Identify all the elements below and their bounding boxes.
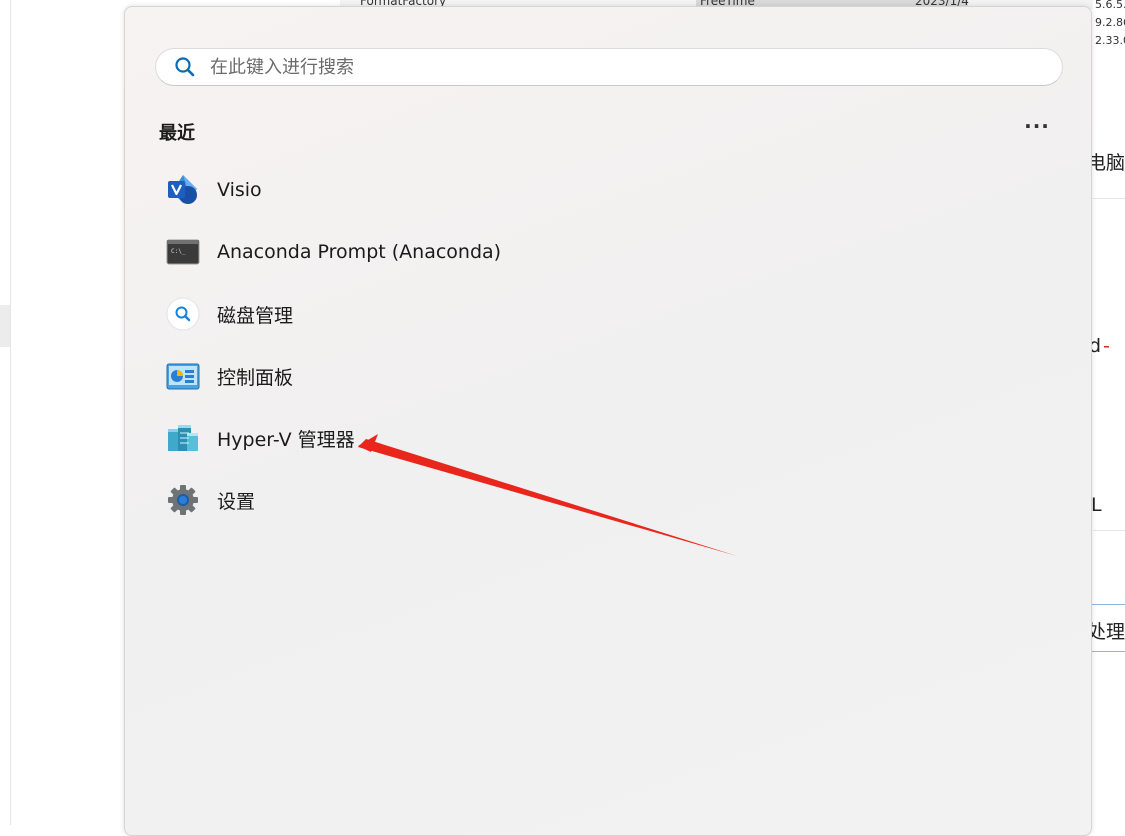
recent-item-label: 磁盘管理: [217, 304, 294, 327]
recent-item-label: Hyper-V 管理器: [217, 428, 355, 451]
recent-item-disk-management[interactable]: 磁盘管理: [165, 288, 665, 340]
disk-search-icon: [165, 296, 201, 332]
control-panel-icon: [165, 358, 201, 394]
recent-item-settings[interactable]: 设置: [165, 474, 665, 526]
hyperv-icon: [165, 420, 201, 456]
search-box[interactable]: [155, 48, 1063, 86]
background-text-dash: -: [1103, 335, 1110, 357]
terminal-icon: C:\_: [165, 234, 201, 270]
recent-item-label: 控制面板: [217, 366, 294, 389]
start-menu-panel: 最近 ··· Visio C:\_: [124, 6, 1092, 836]
recent-item-control-panel[interactable]: 控制面板: [165, 350, 665, 402]
recent-item-hyperv-manager[interactable]: Hyper-V 管理器: [165, 412, 665, 464]
background-divider: [1093, 198, 1125, 199]
search-icon: [174, 56, 196, 78]
background-right-pane: 5.6.5. 9.2.86 2.33.0 电脑 d - L 处理: [1087, 0, 1125, 825]
background-text-l: L: [1091, 494, 1102, 516]
recent-item-label: Anaconda Prompt (Anaconda): [217, 241, 502, 263]
recent-item-label: Visio: [217, 179, 262, 201]
visio-icon: [165, 172, 201, 208]
background-text-computer: 电脑: [1087, 152, 1125, 174]
search-input[interactable]: [208, 55, 1032, 79]
svg-text:C:\_: C:\_: [171, 248, 186, 255]
background-window-tab: [0, 305, 10, 347]
background-divider-2: [1093, 530, 1125, 531]
more-options-button[interactable]: ···: [1017, 115, 1057, 145]
recent-section-title: 最近: [159, 123, 195, 144]
background-version-1: 5.6.5.: [1095, 0, 1125, 11]
background-window-border: [10, 0, 11, 825]
recent-item-anaconda-prompt[interactable]: C:\_ Anaconda Prompt (Anaconda): [165, 226, 665, 278]
background-version-3: 2.33.0: [1095, 34, 1125, 47]
recent-item-label: 设置: [217, 490, 256, 513]
background-process-label: 处理: [1087, 621, 1125, 643]
background-version-2: 9.2.86: [1095, 16, 1125, 29]
recent-item-visio[interactable]: Visio: [165, 164, 665, 216]
gear-icon: [165, 482, 201, 518]
